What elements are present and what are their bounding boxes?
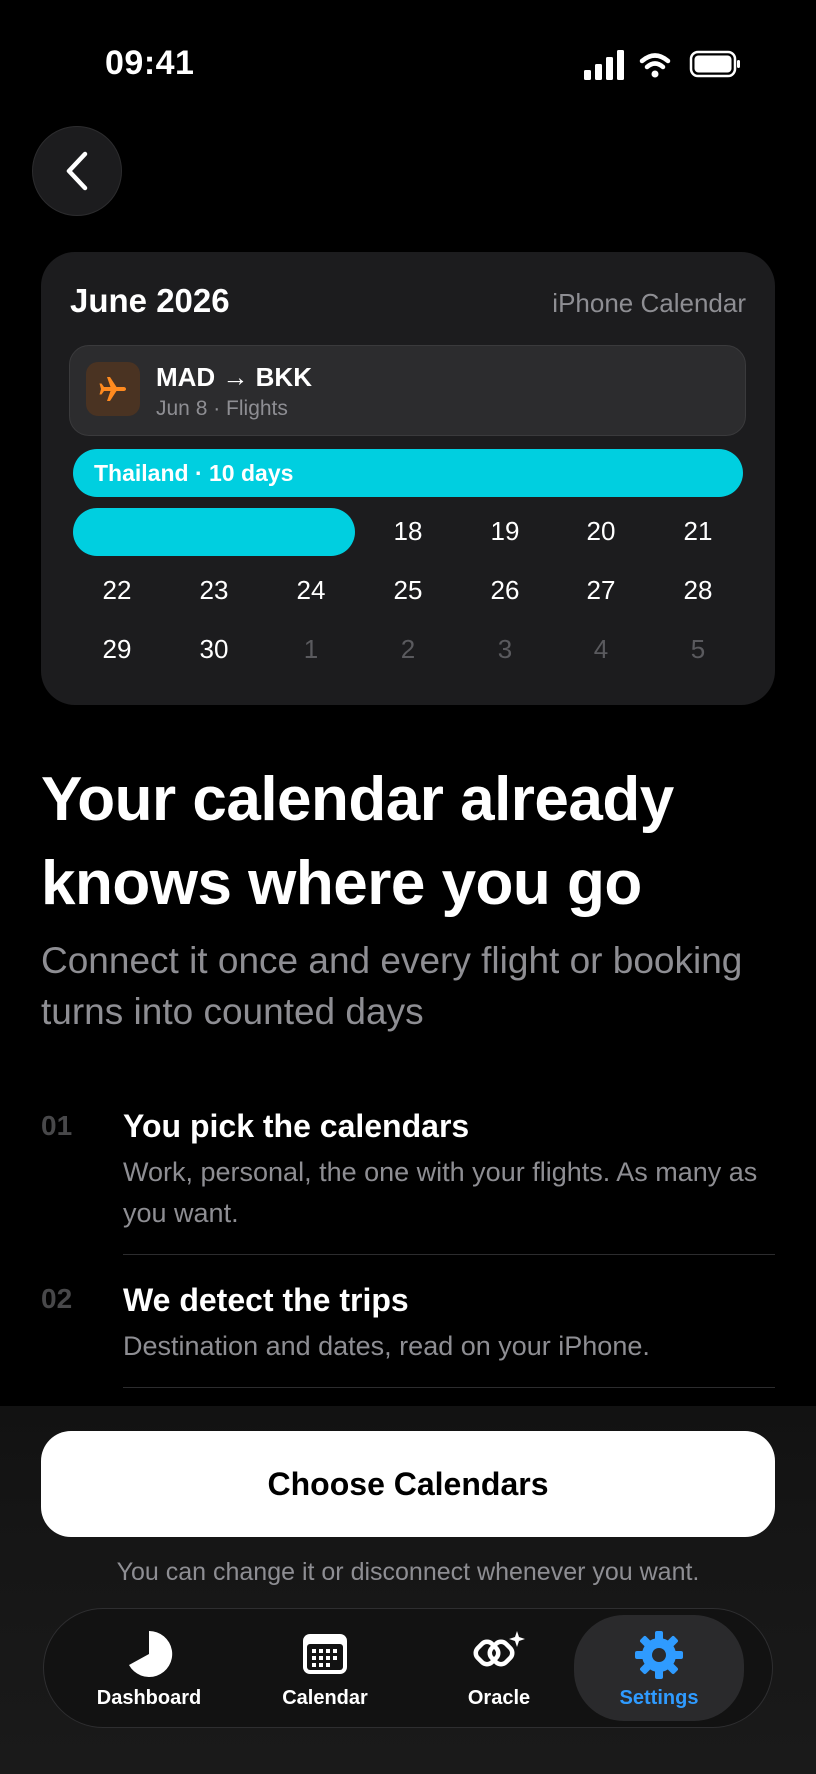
back-button[interactable] xyxy=(32,126,122,216)
calendar-icon xyxy=(303,1634,347,1674)
tab-label: Dashboard xyxy=(96,1687,202,1709)
calendar-day-next-month: 2 xyxy=(400,634,416,664)
calendar-month-title: June 2026 xyxy=(70,282,230,319)
tab-dashboard[interactable]: Dashboard xyxy=(64,1609,234,1727)
trip-label: Thailand · 10 days xyxy=(94,460,294,486)
calendar-day: 22 xyxy=(102,575,132,605)
status-icons xyxy=(584,48,744,84)
calendar-day-next-month: 4 xyxy=(593,634,609,664)
oracle-icon xyxy=(473,1631,525,1667)
step-number: 02 xyxy=(41,1283,73,1314)
calendar-day: 21 xyxy=(683,516,713,546)
step-description: Destination and dates, read on your iPho… xyxy=(123,1331,650,1361)
flight-event-card: MAD → BKK Jun 8 · Flights xyxy=(69,345,746,436)
chevron-left-icon xyxy=(66,151,88,191)
tab-oracle[interactable]: Oracle xyxy=(414,1609,584,1727)
calendar-day: 26 xyxy=(490,575,520,605)
calendar-day-next-month: 1 xyxy=(303,634,319,664)
tab-bar: Dashboard Calendar Oracle Settings xyxy=(43,1608,773,1728)
page-subheadline: Connect it once and every flight or book… xyxy=(41,940,743,1032)
calendar-day: 27 xyxy=(586,575,616,605)
tab-label: Oracle xyxy=(467,1687,531,1709)
calendar-day: 24 xyxy=(296,575,326,605)
calendar-day: 25 xyxy=(393,575,423,605)
calendar-day: 19 xyxy=(490,516,520,546)
step-title: We detect the trips xyxy=(123,1282,409,1318)
tab-settings[interactable]: Settings xyxy=(574,1615,744,1721)
page-headline: Your calendar already knows where you go xyxy=(41,765,674,918)
event-subtitle: Jun 8 · Flights xyxy=(156,397,288,420)
calendar-day: 28 xyxy=(683,575,713,605)
pie-chart-icon xyxy=(129,1630,173,1677)
tab-label: Settings xyxy=(619,1687,699,1709)
tab-label: Calendar xyxy=(282,1687,368,1709)
event-route: MAD → BKK xyxy=(156,362,312,392)
calendar-day-next-month: 5 xyxy=(690,634,706,664)
calendar-day: 23 xyxy=(199,575,229,605)
status-time: 09:41 xyxy=(105,44,195,82)
calendar-day-next-month: 3 xyxy=(497,634,513,664)
signal-icon xyxy=(584,50,624,80)
step-title: You pick the calendars xyxy=(123,1108,470,1144)
wifi-icon xyxy=(639,53,671,78)
step-number: 01 xyxy=(41,1110,73,1141)
calendar-day: 30 xyxy=(199,634,229,664)
gear-icon xyxy=(635,1631,683,1679)
step-divider xyxy=(123,1254,775,1255)
airplane-icon xyxy=(86,362,140,416)
calendar-day: 20 xyxy=(586,516,616,546)
choose-calendars-button[interactable]: Choose Calendars xyxy=(41,1431,775,1537)
trip-span-bar-continued xyxy=(73,508,355,556)
calendar-day: 29 xyxy=(102,634,132,664)
step-divider xyxy=(123,1387,775,1388)
battery-icon xyxy=(689,50,740,78)
tab-calendar[interactable]: Calendar xyxy=(240,1609,410,1727)
cta-note: You can change it or disconnect whenever… xyxy=(116,1558,700,1586)
step-description: Work, personal, the one with your flight… xyxy=(123,1157,758,1228)
calendar-source-label: iPhone Calendar xyxy=(552,288,746,318)
calendar-day: 18 xyxy=(393,516,423,546)
